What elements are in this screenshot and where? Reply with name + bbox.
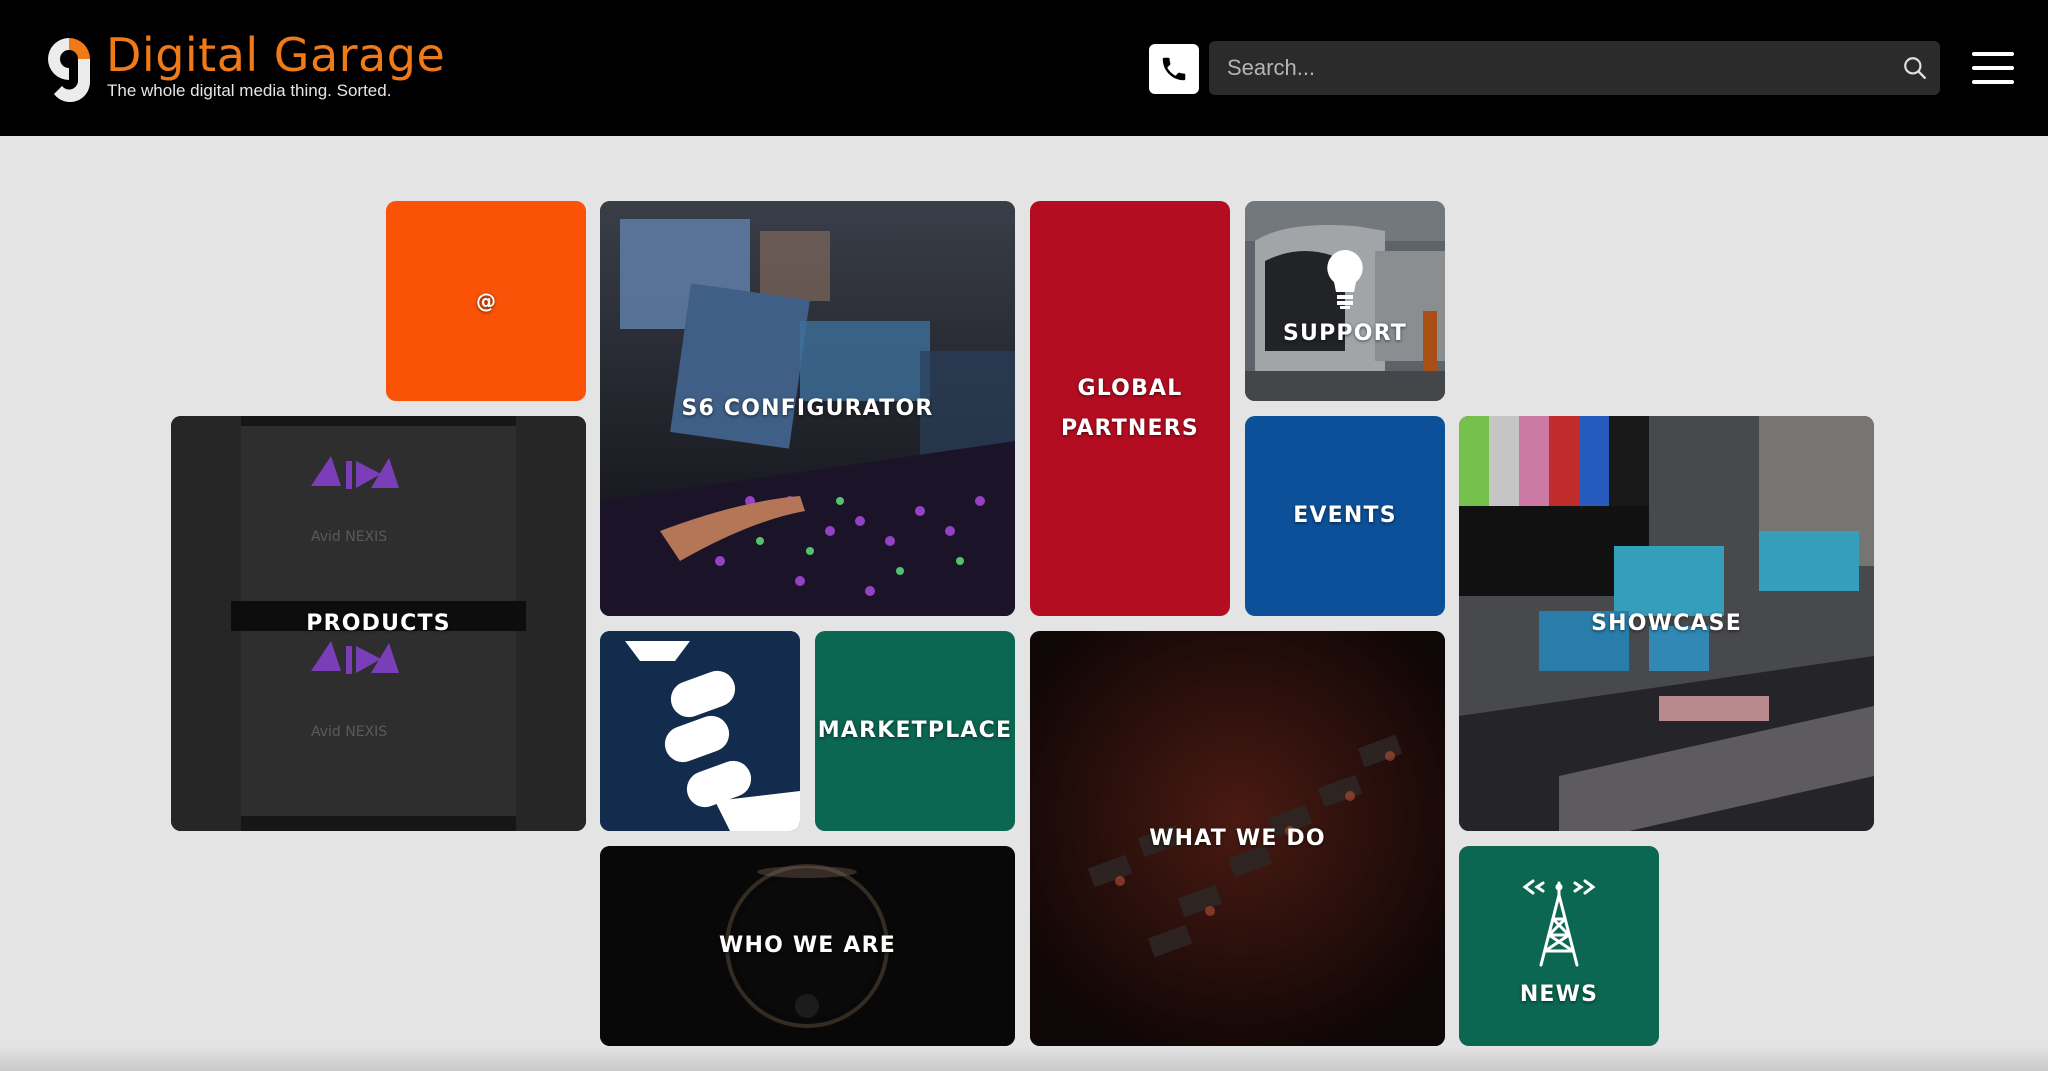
tile-marketplace[interactable]: MARKETPLACE	[815, 631, 1015, 831]
tile-label-line2: PARTNERS	[1061, 415, 1199, 441]
tile-news[interactable]: NEWS	[1459, 846, 1659, 1046]
phone-button[interactable]	[1149, 44, 1199, 94]
tile-label: EVENTS	[1293, 503, 1397, 528]
search-input[interactable]	[1209, 41, 1869, 95]
search-icon[interactable]	[1902, 55, 1928, 81]
tile-showcase[interactable]: SHOWCASE	[1459, 416, 1874, 831]
hamburger-menu-icon[interactable]	[1972, 52, 2016, 86]
tile-products[interactable]: Avid NEXIS Avid NEXIS PRODUCTS	[171, 416, 586, 831]
tile-label-line1: GLOBAL	[1077, 375, 1183, 401]
brand-logo[interactable]: Digital Garage The whole digital media t…	[44, 28, 445, 104]
menu-bar	[1972, 80, 2014, 84]
tile-who-we-are[interactable]: WHO WE ARE	[600, 846, 1015, 1046]
tile-contact-email[interactable]: @	[386, 201, 586, 401]
menu-bar	[1972, 66, 2014, 70]
tile-label: WHO WE ARE	[719, 933, 896, 958]
avid-stripes-logo	[600, 631, 800, 831]
tile-label: SUPPORT	[1282, 321, 1408, 346]
tile-global-partners[interactable]: GLOBAL PARTNERS	[1030, 201, 1230, 616]
tile-label: MARKETPLACE	[817, 718, 1013, 743]
brand-tagline: The whole digital media thing. Sorted.	[107, 81, 392, 100]
tile-label: S6 CONFIGURATOR	[681, 395, 934, 421]
phone-icon	[1162, 57, 1186, 81]
tile-what-we-do[interactable]: WHAT WE DO	[1030, 631, 1445, 1046]
tile-s6-configurator[interactable]: S6 CONFIGURATOR	[600, 201, 1015, 616]
radio-tower-icon	[1522, 879, 1596, 967]
page-bottom-edge	[0, 1046, 2048, 1071]
brand-name: Digital Garage	[106, 28, 446, 82]
svg-text:Avid NEXIS: Avid NEXIS	[311, 529, 387, 545]
tile-label: WHAT WE DO	[1149, 825, 1326, 851]
site-header: Digital Garage The whole digital media t…	[0, 0, 2048, 136]
tile-events[interactable]: EVENTS	[1245, 416, 1445, 616]
digital-garage-logo-icon	[48, 38, 90, 102]
tile-label: SHOWCASE	[1591, 610, 1742, 636]
tile-label: NEWS	[1519, 982, 1599, 1007]
search-bar	[1209, 41, 1940, 95]
tile-label: @	[476, 289, 496, 313]
tile-label: PRODUCTS	[306, 610, 451, 636]
tile-avid-logo[interactable]	[600, 631, 800, 831]
tile-support[interactable]: SUPPORT	[1245, 201, 1445, 401]
menu-bar	[1972, 52, 2014, 56]
svg-text:Avid NEXIS: Avid NEXIS	[311, 724, 387, 740]
lightbulb-icon	[1327, 250, 1363, 309]
